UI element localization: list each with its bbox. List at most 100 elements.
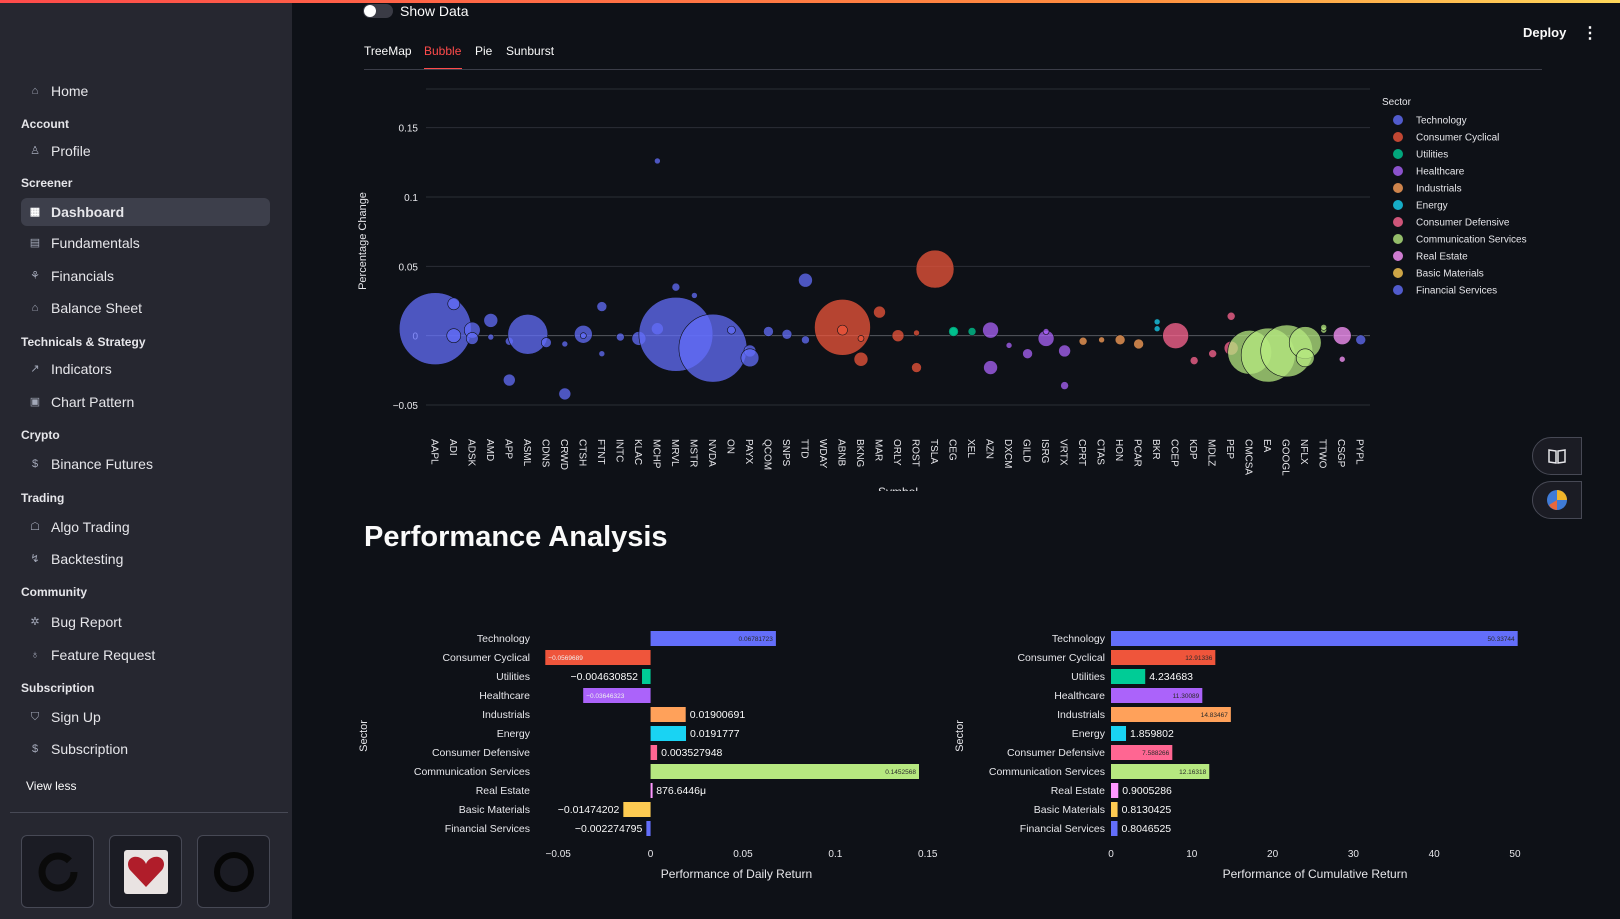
image-tile-3[interactable] — [197, 835, 270, 908]
legend-item: Healthcare — [1416, 167, 1465, 178]
bar-value-label: 11.30089 — [1173, 693, 1200, 700]
sidebar-section-trading: Trading — [21, 491, 65, 505]
bar — [1111, 726, 1127, 741]
sidebar: ⌂ Home Account ♙ Profile Screener ▦ Dashboa… — [0, 3, 292, 919]
sidebar-item-feature-request[interactable]: ♁ Feature Request — [21, 641, 270, 669]
x-tick-label: ADSK — [465, 439, 476, 467]
tab-sunburst[interactable]: Sunburst — [506, 44, 554, 58]
sidebar-item-backtesting[interactable]: ↯ Backtesting — [21, 545, 270, 573]
bubble-point — [502, 373, 516, 387]
bubble-point — [598, 350, 606, 357]
sidebar-item-sign-up[interactable]: ⛉ Sign Up — [21, 703, 270, 731]
x-tick-label: QCOM — [761, 439, 772, 470]
bar — [642, 669, 651, 684]
dollar-icon: $ — [31, 743, 39, 755]
show-data-toggle[interactable] — [363, 4, 393, 18]
y-axis-title: Sector — [358, 720, 370, 752]
x-tick-label: 50 — [1509, 849, 1521, 860]
x-tick-label: CRWD — [558, 439, 569, 470]
x-tick-label: MCHP — [650, 439, 661, 469]
category-label: Consumer Defensive — [1007, 747, 1105, 759]
x-tick-label: ON — [724, 439, 735, 454]
x-tick-label: CMCSA — [1243, 439, 1254, 475]
finance-chart-icon: ⚘ — [30, 270, 40, 282]
book-side-button[interactable] — [1532, 437, 1582, 475]
bubble-point — [1022, 348, 1033, 359]
bubble-point — [1153, 318, 1161, 326]
x-tick-label: MRVL — [669, 439, 680, 467]
bar — [1111, 631, 1518, 646]
tab-divider — [364, 69, 1542, 70]
bubble-point — [616, 332, 625, 342]
x-tick-label: SNPS — [780, 439, 791, 467]
sidebar-section-community: Community — [21, 585, 87, 599]
sidebar-item-algo-trading[interactable]: ☖ Algo Trading — [21, 513, 270, 541]
bubble-point — [1338, 355, 1346, 363]
category-label: Energy — [1072, 728, 1106, 740]
legend-marker — [1393, 132, 1403, 142]
x-axis-title: Performance of Cumulative Return — [1223, 867, 1408, 881]
sidebar-item-label: Subscription — [51, 741, 129, 757]
legend-marker — [1393, 115, 1403, 125]
kebab-menu-icon[interactable]: ⋮ — [1582, 23, 1598, 43]
x-tick-label: 40 — [1429, 849, 1441, 860]
bar-value-label: 0.8130425 — [1122, 804, 1172, 816]
x-tick-label: CEG — [947, 439, 958, 461]
bubble-point — [1162, 322, 1189, 349]
legend-item: Consumer Defensive — [1416, 218, 1510, 229]
bubble-point — [1208, 349, 1217, 358]
chart-icon: ▣ — [29, 396, 41, 408]
sidebar-item-dashboard[interactable]: ▦ Dashboard — [21, 198, 270, 226]
sidebar-item-balance-sheet[interactable]: ⌂ Balance Sheet — [21, 294, 270, 322]
sidebar-item-profile[interactable]: ♙ Profile — [21, 137, 270, 165]
x-tick-label: CSGP — [1335, 439, 1346, 468]
bubble-point — [915, 249, 955, 289]
x-tick-label: PEP — [1224, 439, 1235, 459]
image-tile-1[interactable] — [21, 835, 94, 908]
x-tick-label: FTNT — [595, 439, 606, 465]
deploy-button[interactable]: Deploy — [1523, 25, 1566, 40]
tab-treemap[interactable]: TreeMap — [364, 44, 412, 58]
tab-pie[interactable]: Pie — [475, 44, 492, 58]
sidebar-item-label: Bug Report — [51, 614, 122, 630]
category-label: Utilities — [496, 671, 530, 683]
sidebar-section-screener: Screener — [21, 176, 73, 190]
bar-value-label: 12.91336 — [1185, 655, 1212, 662]
bar-value-label: 0.1452568 — [885, 769, 916, 776]
avatar-side-button[interactable] — [1532, 481, 1582, 519]
legend-item: Energy — [1416, 201, 1448, 212]
view-less-link[interactable]: View less — [26, 779, 76, 793]
sidebar-item-indicators[interactable]: ↗ Indicators — [21, 355, 270, 383]
sidebar-item-fundamentals[interactable]: ▤ Fundamentals — [21, 229, 270, 257]
tab-bubble[interactable]: Bubble — [424, 44, 461, 58]
bar-value-label: 14.83467 — [1201, 712, 1228, 719]
category-label: Industrials — [482, 709, 530, 721]
sidebar-item-binance-futures[interactable]: $ Binance Futures — [21, 450, 270, 478]
home-icon: ⌂ — [31, 85, 39, 97]
sidebar-item-bug-report[interactable]: ✲ Bug Report — [21, 608, 270, 636]
x-tick-label: TTWO — [1317, 439, 1328, 469]
sidebar-item-home[interactable]: ⌂ Home — [21, 77, 270, 105]
x-tick-label: HON — [1113, 439, 1124, 461]
bubble-point — [398, 292, 472, 366]
y-tick-label: 0.15 — [399, 124, 419, 135]
bubble-point — [561, 340, 569, 348]
y-tick-label: −0.05 — [393, 401, 419, 412]
bar-value-label: 0.06781723 — [739, 636, 774, 643]
image-tile-2[interactable] — [109, 835, 182, 908]
legend-item: Basic Materials — [1416, 269, 1484, 280]
sidebar-item-financials[interactable]: ⚘ Financials — [21, 262, 270, 290]
sidebar-item-chart-pattern[interactable]: ▣ Chart Pattern — [21, 388, 270, 416]
x-tick-label: NFLX — [1298, 439, 1309, 465]
bubble-point — [691, 292, 698, 299]
legend-marker — [1393, 200, 1403, 210]
avatar-icon — [1547, 490, 1567, 510]
x-tick-label: CPRT — [1076, 439, 1087, 466]
sidebar-item-subscription[interactable]: $ Subscription — [21, 735, 270, 763]
bubble-point — [1060, 381, 1069, 390]
x-tick-label: MDLZ — [1206, 439, 1217, 466]
x-tick-label: AAPL — [428, 439, 439, 465]
legend-marker — [1393, 149, 1403, 159]
bubble-point — [873, 305, 886, 319]
bubble-point — [678, 313, 748, 383]
